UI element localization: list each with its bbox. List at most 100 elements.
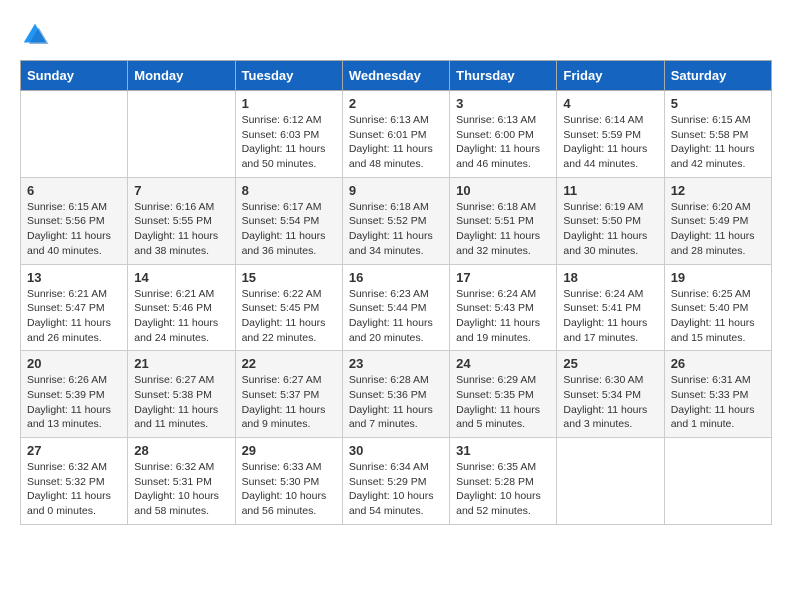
- day-info: Sunrise: 6:23 AM Sunset: 5:44 PM Dayligh…: [349, 287, 443, 346]
- day-of-week-header: Wednesday: [342, 61, 449, 91]
- day-info: Sunrise: 6:18 AM Sunset: 5:51 PM Dayligh…: [456, 200, 550, 259]
- day-info: Sunrise: 6:27 AM Sunset: 5:37 PM Dayligh…: [242, 373, 336, 432]
- calendar-cell: 31 Sunrise: 6:35 AM Sunset: 5:28 PM Dayli…: [450, 438, 557, 525]
- day-info: Sunrise: 6:21 AM Sunset: 5:47 PM Dayligh…: [27, 287, 121, 346]
- calendar-cell: 5 Sunrise: 6:15 AM Sunset: 5:58 PM Daylig…: [664, 91, 771, 178]
- day-info: Sunrise: 6:26 AM Sunset: 5:39 PM Dayligh…: [27, 373, 121, 432]
- day-info: Sunrise: 6:32 AM Sunset: 5:32 PM Dayligh…: [27, 460, 121, 519]
- day-number: 1: [242, 96, 336, 111]
- day-info: Sunrise: 6:15 AM Sunset: 5:56 PM Dayligh…: [27, 200, 121, 259]
- day-info: Sunrise: 6:29 AM Sunset: 5:35 PM Dayligh…: [456, 373, 550, 432]
- calendar-header-row: SundayMondayTuesdayWednesdayThursdayFrid…: [21, 61, 772, 91]
- logo: [20, 20, 54, 50]
- day-info: Sunrise: 6:13 AM Sunset: 6:01 PM Dayligh…: [349, 113, 443, 172]
- day-number: 22: [242, 356, 336, 371]
- calendar-cell: 7 Sunrise: 6:16 AM Sunset: 5:55 PM Daylig…: [128, 177, 235, 264]
- calendar-week-row: 20 Sunrise: 6:26 AM Sunset: 5:39 PM Dayli…: [21, 351, 772, 438]
- day-number: 17: [456, 270, 550, 285]
- calendar-cell: 8 Sunrise: 6:17 AM Sunset: 5:54 PM Daylig…: [235, 177, 342, 264]
- page-header: [20, 20, 772, 50]
- day-info: Sunrise: 6:22 AM Sunset: 5:45 PM Dayligh…: [242, 287, 336, 346]
- day-of-week-header: Monday: [128, 61, 235, 91]
- day-number: 23: [349, 356, 443, 371]
- day-number: 7: [134, 183, 228, 198]
- day-number: 24: [456, 356, 550, 371]
- calendar-cell: 23 Sunrise: 6:28 AM Sunset: 5:36 PM Dayli…: [342, 351, 449, 438]
- calendar-week-row: 6 Sunrise: 6:15 AM Sunset: 5:56 PM Daylig…: [21, 177, 772, 264]
- day-number: 18: [563, 270, 657, 285]
- day-number: 31: [456, 443, 550, 458]
- calendar-cell: 25Sunrise: 6:30 AM Sunset: 5:34 PM Dayli…: [557, 351, 664, 438]
- calendar-cell: 26Sunrise: 6:31 AM Sunset: 5:33 PM Dayli…: [664, 351, 771, 438]
- day-of-week-header: Thursday: [450, 61, 557, 91]
- day-number: 13: [27, 270, 121, 285]
- calendar-cell: 19 Sunrise: 6:25 AM Sunset: 5:40 PM Dayli…: [664, 264, 771, 351]
- calendar-cell: 24 Sunrise: 6:29 AM Sunset: 5:35 PM Dayli…: [450, 351, 557, 438]
- calendar-cell: 30Sunrise: 6:34 AM Sunset: 5:29 PM Dayli…: [342, 438, 449, 525]
- calendar-cell: 28Sunrise: 6:32 AM Sunset: 5:31 PM Dayli…: [128, 438, 235, 525]
- day-number: 16: [349, 270, 443, 285]
- day-number: 21: [134, 356, 228, 371]
- calendar-cell: 1Sunrise: 6:12 AM Sunset: 6:03 PM Daylig…: [235, 91, 342, 178]
- day-number: 20: [27, 356, 121, 371]
- calendar-cell: 21 Sunrise: 6:27 AM Sunset: 5:38 PM Dayli…: [128, 351, 235, 438]
- day-of-week-header: Friday: [557, 61, 664, 91]
- calendar-cell: 22 Sunrise: 6:27 AM Sunset: 5:37 PM Dayli…: [235, 351, 342, 438]
- calendar-cell: 10Sunrise: 6:18 AM Sunset: 5:51 PM Dayli…: [450, 177, 557, 264]
- day-info: Sunrise: 6:28 AM Sunset: 5:36 PM Dayligh…: [349, 373, 443, 432]
- day-number: 19: [671, 270, 765, 285]
- calendar-cell: 4 Sunrise: 6:14 AM Sunset: 5:59 PM Daylig…: [557, 91, 664, 178]
- day-number: 9: [349, 183, 443, 198]
- calendar-cell: 16 Sunrise: 6:23 AM Sunset: 5:44 PM Dayli…: [342, 264, 449, 351]
- day-number: 4: [563, 96, 657, 111]
- day-info: Sunrise: 6:14 AM Sunset: 5:59 PM Dayligh…: [563, 113, 657, 172]
- calendar-cell: 12Sunrise: 6:20 AM Sunset: 5:49 PM Dayli…: [664, 177, 771, 264]
- calendar-cell: [21, 91, 128, 178]
- day-info: Sunrise: 6:27 AM Sunset: 5:38 PM Dayligh…: [134, 373, 228, 432]
- day-info: Sunrise: 6:24 AM Sunset: 5:41 PM Dayligh…: [563, 287, 657, 346]
- day-info: Sunrise: 6:35 AM Sunset: 5:28 PM Dayligh…: [456, 460, 550, 519]
- day-info: Sunrise: 6:13 AM Sunset: 6:00 PM Dayligh…: [456, 113, 550, 172]
- day-of-week-header: Sunday: [21, 61, 128, 91]
- day-number: 30: [349, 443, 443, 458]
- day-number: 2: [349, 96, 443, 111]
- calendar-cell: 6 Sunrise: 6:15 AM Sunset: 5:56 PM Daylig…: [21, 177, 128, 264]
- calendar-cell: 15 Sunrise: 6:22 AM Sunset: 5:45 PM Dayli…: [235, 264, 342, 351]
- day-info: Sunrise: 6:16 AM Sunset: 5:55 PM Dayligh…: [134, 200, 228, 259]
- calendar-cell: 18 Sunrise: 6:24 AM Sunset: 5:41 PM Dayli…: [557, 264, 664, 351]
- day-info: Sunrise: 6:24 AM Sunset: 5:43 PM Dayligh…: [456, 287, 550, 346]
- day-number: 12: [671, 183, 765, 198]
- day-number: 5: [671, 96, 765, 111]
- day-info: Sunrise: 6:25 AM Sunset: 5:40 PM Dayligh…: [671, 287, 765, 346]
- day-info: Sunrise: 6:15 AM Sunset: 5:58 PM Dayligh…: [671, 113, 765, 172]
- day-number: 11: [563, 183, 657, 198]
- calendar-cell: 17 Sunrise: 6:24 AM Sunset: 5:43 PM Dayli…: [450, 264, 557, 351]
- day-info: Sunrise: 6:17 AM Sunset: 5:54 PM Dayligh…: [242, 200, 336, 259]
- day-number: 29: [242, 443, 336, 458]
- day-number: 3: [456, 96, 550, 111]
- day-number: 27: [27, 443, 121, 458]
- day-info: Sunrise: 6:21 AM Sunset: 5:46 PM Dayligh…: [134, 287, 228, 346]
- calendar-cell: 20 Sunrise: 6:26 AM Sunset: 5:39 PM Dayli…: [21, 351, 128, 438]
- day-number: 6: [27, 183, 121, 198]
- calendar-cell: [664, 438, 771, 525]
- day-of-week-header: Saturday: [664, 61, 771, 91]
- calendar-cell: [557, 438, 664, 525]
- calendar-week-row: 27 Sunrise: 6:32 AM Sunset: 5:32 PM Dayli…: [21, 438, 772, 525]
- calendar-cell: [128, 91, 235, 178]
- day-info: Sunrise: 6:19 AM Sunset: 5:50 PM Dayligh…: [563, 200, 657, 259]
- calendar-cell: 29 Sunrise: 6:33 AM Sunset: 5:30 PM Dayli…: [235, 438, 342, 525]
- day-number: 15: [242, 270, 336, 285]
- logo-icon: [20, 20, 50, 50]
- day-number: 26: [671, 356, 765, 371]
- calendar-cell: 13 Sunrise: 6:21 AM Sunset: 5:47 PM Dayli…: [21, 264, 128, 351]
- calendar-table: SundayMondayTuesdayWednesdayThursdayFrid…: [20, 60, 772, 525]
- day-info: Sunrise: 6:18 AM Sunset: 5:52 PM Dayligh…: [349, 200, 443, 259]
- day-info: Sunrise: 6:33 AM Sunset: 5:30 PM Dayligh…: [242, 460, 336, 519]
- calendar-cell: 27 Sunrise: 6:32 AM Sunset: 5:32 PM Dayli…: [21, 438, 128, 525]
- calendar-cell: 14 Sunrise: 6:21 AM Sunset: 5:46 PM Dayli…: [128, 264, 235, 351]
- calendar-cell: 3 Sunrise: 6:13 AM Sunset: 6:00 PM Daylig…: [450, 91, 557, 178]
- day-number: 14: [134, 270, 228, 285]
- calendar-cell: 2 Sunrise: 6:13 AM Sunset: 6:01 PM Daylig…: [342, 91, 449, 178]
- day-number: 8: [242, 183, 336, 198]
